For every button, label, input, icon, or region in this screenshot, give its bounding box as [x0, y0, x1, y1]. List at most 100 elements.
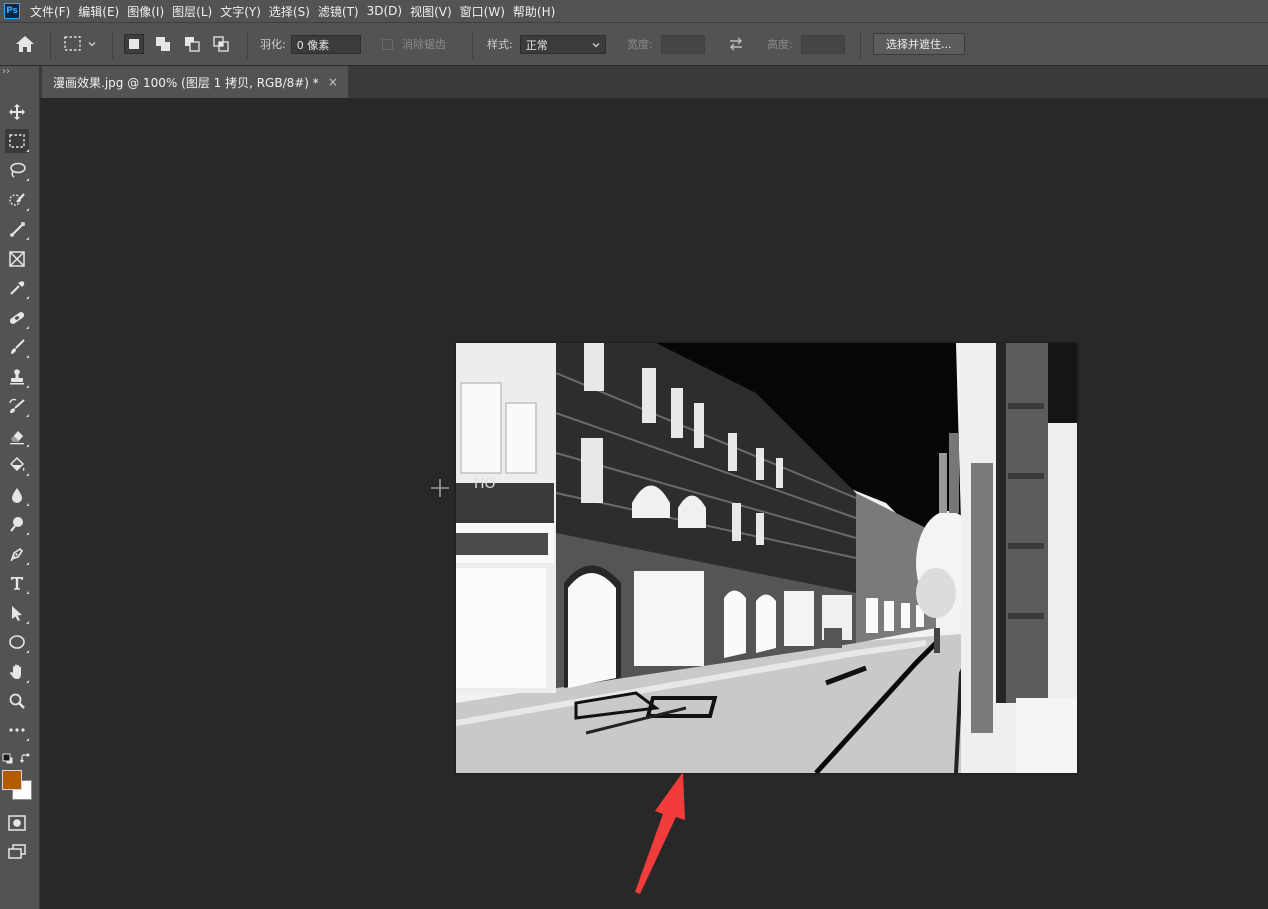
- intersect-selection-icon: [213, 36, 229, 52]
- tool-history-brush[interactable]: [5, 394, 29, 418]
- clone-stamp-icon: [10, 369, 24, 385]
- tool-ellipse[interactable]: [5, 630, 29, 654]
- menu-help[interactable]: 帮助(H): [513, 3, 563, 20]
- quick-mask-icon: [8, 815, 26, 831]
- type-icon: [11, 577, 23, 590]
- document-image[interactable]: HO: [456, 343, 1077, 773]
- quick-mask-button[interactable]: [5, 811, 29, 835]
- canvas-area[interactable]: HO: [40, 98, 1268, 909]
- menu-bar: Ps 文件(F) 编辑(E) 图像(I) 图层(L) 文字(Y) 选择(S) 滤…: [0, 0, 1268, 22]
- lasso-icon: [10, 162, 26, 178]
- menu-file[interactable]: 文件(F): [30, 3, 78, 20]
- paint-bucket-icon: [9, 456, 25, 472]
- document-tab-strip: 漫画效果.jpg @ 100% (图层 1 拷贝, RGB/8#) * ×: [40, 66, 1268, 98]
- menu-image[interactable]: 图像(I): [127, 3, 172, 20]
- tool-type[interactable]: [5, 571, 29, 595]
- width-input[interactable]: [660, 34, 705, 54]
- width-label: 宽度:: [627, 38, 653, 51]
- tools-panel: [0, 66, 40, 909]
- document-tab-title: 漫画效果.jpg @ 100% (图层 1 拷贝, RGB/8#) *: [53, 75, 319, 90]
- antialias-checkbox[interactable]: [382, 38, 393, 50]
- new-selection-button[interactable]: [124, 34, 144, 54]
- add-selection-icon: [156, 37, 170, 51]
- healing-brush-icon: [9, 312, 25, 324]
- swap-colors-button[interactable]: [20, 750, 32, 763]
- eraser-icon: [10, 431, 24, 445]
- tool-paint-bucket[interactable]: [5, 453, 29, 477]
- style-label: 样式:: [487, 38, 513, 51]
- marquee-preset-icon: [64, 36, 81, 51]
- tool-lasso[interactable]: [5, 158, 29, 182]
- photoshop-logo-icon: Ps: [4, 3, 20, 19]
- tool-eraser[interactable]: [5, 424, 29, 448]
- menu-type[interactable]: 文字(Y): [220, 3, 269, 20]
- menu-3d[interactable]: 3D(D): [367, 4, 410, 18]
- tool-crop[interactable]: [5, 217, 29, 241]
- quick-select-icon: [9, 193, 25, 206]
- foreground-color-swatch[interactable]: [2, 770, 22, 790]
- pen-icon: [10, 547, 24, 562]
- street-image-render: HO: [456, 343, 1077, 773]
- crosshair-cursor-icon: [431, 479, 449, 497]
- tool-pen[interactable]: [5, 542, 29, 566]
- more-tools-icon: [9, 728, 25, 732]
- dodge-icon: [10, 517, 23, 532]
- tool-brush[interactable]: [5, 335, 29, 359]
- screen-mode-button[interactable]: [5, 840, 29, 864]
- tool-more[interactable]: [5, 718, 29, 742]
- chevron-down-icon: [592, 42, 600, 47]
- tool-dodge[interactable]: [5, 512, 29, 536]
- tool-clone-stamp[interactable]: [5, 365, 29, 389]
- tool-path-selection[interactable]: [5, 601, 29, 625]
- menu-filter[interactable]: 滤镜(T): [318, 3, 367, 20]
- frame-icon: [9, 251, 25, 267]
- move-icon: [9, 104, 25, 120]
- tool-rectangular-marquee[interactable]: [5, 129, 29, 153]
- annotation-arrow: [635, 772, 685, 894]
- screen-mode-icon: [8, 844, 26, 859]
- close-tab-icon[interactable]: ×: [328, 75, 338, 89]
- menu-window[interactable]: 窗口(W): [460, 3, 513, 20]
- tool-blur[interactable]: [5, 483, 29, 507]
- add-selection-button[interactable]: [153, 34, 173, 54]
- default-colors-icon: [2, 753, 14, 765]
- hand-icon: [10, 664, 21, 679]
- path-select-icon: [12, 606, 22, 621]
- home-button[interactable]: [14, 23, 36, 65]
- collapse-panel-icon[interactable]: ››: [2, 66, 10, 77]
- menu-view[interactable]: 视图(V): [410, 3, 460, 20]
- swap-icon: [730, 37, 742, 51]
- height-label: 高度:: [767, 38, 793, 51]
- new-selection-icon: [129, 39, 139, 49]
- tool-quick-selection[interactable]: [5, 188, 29, 212]
- height-input[interactable]: [800, 34, 845, 54]
- menu-layer[interactable]: 图层(L): [172, 3, 220, 20]
- tool-healing-brush[interactable]: [5, 306, 29, 330]
- tool-preset-picker[interactable]: [62, 23, 98, 65]
- feather-label: 羽化:: [260, 38, 286, 51]
- marquee-icon: [9, 134, 25, 148]
- select-and-mask-button[interactable]: 选择并遮住...: [873, 33, 965, 55]
- intersect-selection-button[interactable]: [211, 34, 231, 54]
- feather-input[interactable]: 0 像素: [290, 34, 361, 54]
- style-select[interactable]: 正常: [519, 34, 606, 54]
- tool-frame[interactable]: [5, 247, 29, 271]
- options-bar: 羽化: 0 像素 消除锯齿 样式: 正常 宽度: 高度: 选择并遮住...: [0, 22, 1268, 66]
- antialias-label: 消除锯齿: [402, 38, 446, 51]
- brush-icon: [11, 339, 25, 354]
- blur-icon: [12, 488, 22, 503]
- default-colors-button[interactable]: [2, 750, 14, 765]
- subtract-selection-button[interactable]: [182, 34, 202, 54]
- tool-eyedropper[interactable]: [5, 276, 29, 300]
- menu-edit[interactable]: 编辑(E): [78, 3, 127, 20]
- tool-zoom[interactable]: [5, 689, 29, 713]
- zoom-icon: [9, 693, 25, 709]
- home-icon: [16, 36, 34, 52]
- swap-dimensions-button[interactable]: [727, 23, 745, 65]
- menu-select[interactable]: 选择(S): [269, 3, 318, 20]
- tool-hand[interactable]: [5, 660, 29, 684]
- document-tab[interactable]: 漫画效果.jpg @ 100% (图层 1 拷贝, RGB/8#) * ×: [42, 66, 348, 98]
- tool-move[interactable]: [5, 100, 29, 124]
- subtract-selection-icon: [185, 37, 200, 52]
- chevron-down-icon: [88, 42, 96, 47]
